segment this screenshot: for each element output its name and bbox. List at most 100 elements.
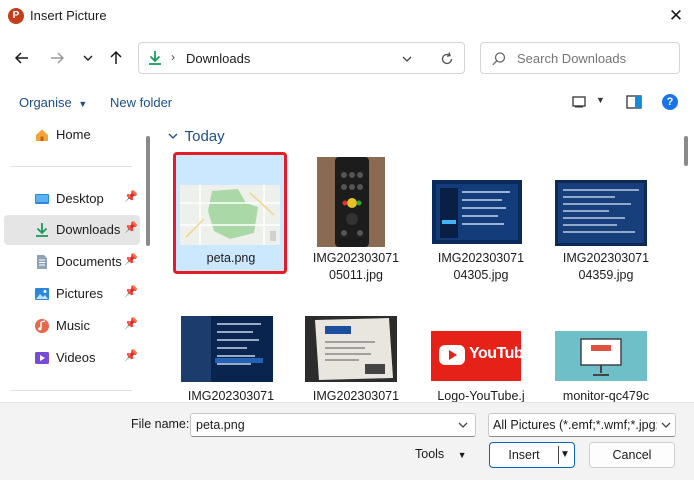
window-title: Insert Picture: [30, 8, 107, 23]
arrow-up-icon: [110, 50, 122, 64]
sidebar-item-desktop[interactable]: Desktop 📌: [4, 184, 140, 214]
file-tile-monitor[interactable]: monitor-qc479c: [551, 314, 661, 402]
up-button[interactable]: [104, 46, 128, 70]
help-icon[interactable]: ?: [662, 94, 678, 110]
file-type-dropdown[interactable]: All Pictures (*.emf;*.wmf;*.jpg;*: [488, 413, 676, 437]
videos-icon: [35, 352, 49, 364]
sidebar-item-downloads[interactable]: Downloads 📌: [4, 215, 140, 245]
file-tile-img-04359[interactable]: IMG202303071 04359.jpg: [551, 154, 661, 282]
organise-menu[interactable]: Organise ▼: [19, 95, 87, 110]
file-list: Today peta.png IMG202303071 05011.jpg IM…: [157, 118, 694, 402]
chevron-down-icon: [168, 133, 178, 139]
pin-icon: 📌: [124, 191, 138, 203]
tv-menu-thumbnail: [432, 180, 522, 244]
recent-locations-button[interactable]: [76, 46, 100, 70]
chevron-down-icon: [661, 422, 671, 428]
download-icon: [36, 223, 48, 237]
sidebar-item-pictures[interactable]: Pictures 📌: [4, 279, 140, 309]
search-icon: [492, 52, 506, 66]
sidebar-item-home[interactable]: Home: [4, 120, 140, 150]
youtube-logo-thumbnail: YouTube: [431, 331, 532, 381]
sidebar-item-videos[interactable]: Videos 📌: [4, 343, 140, 373]
map-thumbnail: [180, 185, 280, 245]
file-name-line1: IMG202303071: [312, 251, 400, 265]
close-button[interactable]: ✕: [664, 4, 688, 28]
content-scrollbar[interactable]: [684, 136, 688, 166]
refresh-icon[interactable]: [439, 51, 455, 67]
back-button[interactable]: [10, 46, 34, 70]
tv-menu-thumbnail: [181, 316, 273, 382]
chevron-down-icon: [83, 55, 93, 61]
file-name: IMG202303071: [187, 389, 275, 402]
filename-value: peta.png: [196, 418, 245, 432]
remote-photo-thumbnail: [317, 157, 385, 247]
insert-button[interactable]: Insert ▼: [489, 442, 575, 468]
search-input[interactable]: [517, 48, 675, 68]
pictures-icon: [35, 288, 49, 300]
file-name-line2: 04305.jpg: [453, 268, 509, 282]
breadcrumb-downloads[interactable]: Downloads: [186, 51, 250, 66]
file-tile-img-05011[interactable]: IMG202303071 05011.jpg: [301, 154, 411, 282]
file-name: monitor-qc479c: [562, 389, 650, 402]
box-photo-thumbnail: [305, 316, 397, 382]
filename-label: File name:: [131, 417, 190, 431]
file-tile-img-row2-1[interactable]: IMG202303071: [176, 314, 286, 402]
sidebar-item-label: Desktop: [56, 191, 104, 206]
view-options-caret-icon[interactable]: ▼: [596, 95, 605, 105]
chevron-down-icon[interactable]: [399, 51, 415, 67]
document-icon: [37, 255, 47, 269]
sidebar-item-label: Home: [56, 127, 91, 142]
divider: [10, 166, 132, 167]
address-bar[interactable]: › Downloads: [138, 42, 465, 74]
new-folder-button[interactable]: New folder: [110, 95, 172, 110]
caret-down-icon: ▼: [78, 99, 88, 109]
file-name-line1: IMG202303071: [437, 251, 525, 265]
play-button-icon: [439, 345, 465, 365]
pin-icon: 📌: [124, 254, 138, 266]
pin-icon: 📌: [124, 286, 138, 298]
monitor-thumbnail: [555, 331, 647, 381]
file-tile-peta[interactable]: peta.png: [173, 152, 287, 274]
file-name-line1: IMG202303071: [562, 251, 650, 265]
title-bar: P Insert Picture ✕: [0, 0, 694, 32]
chevron-down-icon[interactable]: [457, 419, 469, 431]
file-tile-img-row2-2[interactable]: IMG202303071: [301, 314, 411, 402]
sidebar-item-label: Downloads: [56, 222, 121, 237]
command-bar: Organise ▼ New folder ▼ ?: [0, 86, 694, 118]
forward-button[interactable]: [45, 46, 69, 70]
navigation-scrollbar[interactable]: [146, 136, 150, 246]
tv-screen-thumbnail: [555, 180, 647, 246]
cancel-button[interactable]: Cancel: [589, 442, 675, 468]
pin-icon: 📌: [124, 318, 138, 330]
youtube-wordmark: YouTube: [469, 345, 532, 362]
sidebar-item-documents[interactable]: Documents 📌: [4, 247, 140, 277]
divider: [10, 390, 132, 391]
navigation-pane: Home Desktop 📌 Downloads 📌 Documents 📌 P…: [0, 118, 150, 402]
pin-icon: 📌: [124, 222, 138, 234]
file-type-value: All Pictures (*.emf;*.wmf;*.jpg;*: [493, 418, 664, 432]
sidebar-item-music[interactable]: Music 📌: [4, 311, 140, 341]
group-header-today[interactable]: Today: [167, 128, 225, 145]
download-icon: [149, 51, 161, 65]
dropdown-arrow: [657, 415, 675, 435]
filename-field[interactable]: peta.png: [190, 413, 476, 437]
breadcrumb-chevron-icon: ›: [171, 50, 175, 64]
organise-label: Organise: [19, 95, 72, 110]
search-box[interactable]: [480, 42, 680, 74]
file-name: IMG202303071: [312, 389, 400, 402]
view-icon[interactable]: [572, 95, 586, 109]
file-tile-img-04305[interactable]: IMG202303071 04305.jpg: [426, 154, 536, 282]
preview-pane-icon[interactable]: [626, 95, 642, 109]
arrow-right-icon: [51, 52, 65, 64]
group-label: Today: [184, 128, 225, 145]
sidebar-item-label: Music: [56, 318, 90, 333]
insert-options-caret-icon[interactable]: ▼: [560, 443, 570, 467]
powerpoint-icon: P: [8, 8, 24, 24]
file-tile-logo-youtube[interactable]: YouTube Logo-YouTube.j: [426, 314, 536, 402]
desktop-icon: [35, 194, 49, 204]
file-name: Logo-YouTube.j: [437, 389, 525, 402]
sidebar-item-label: Videos: [56, 350, 96, 365]
sidebar-item-label: Documents: [56, 254, 122, 269]
tools-menu[interactable]: Tools ▼: [415, 447, 467, 461]
tools-label: Tools: [415, 447, 445, 461]
